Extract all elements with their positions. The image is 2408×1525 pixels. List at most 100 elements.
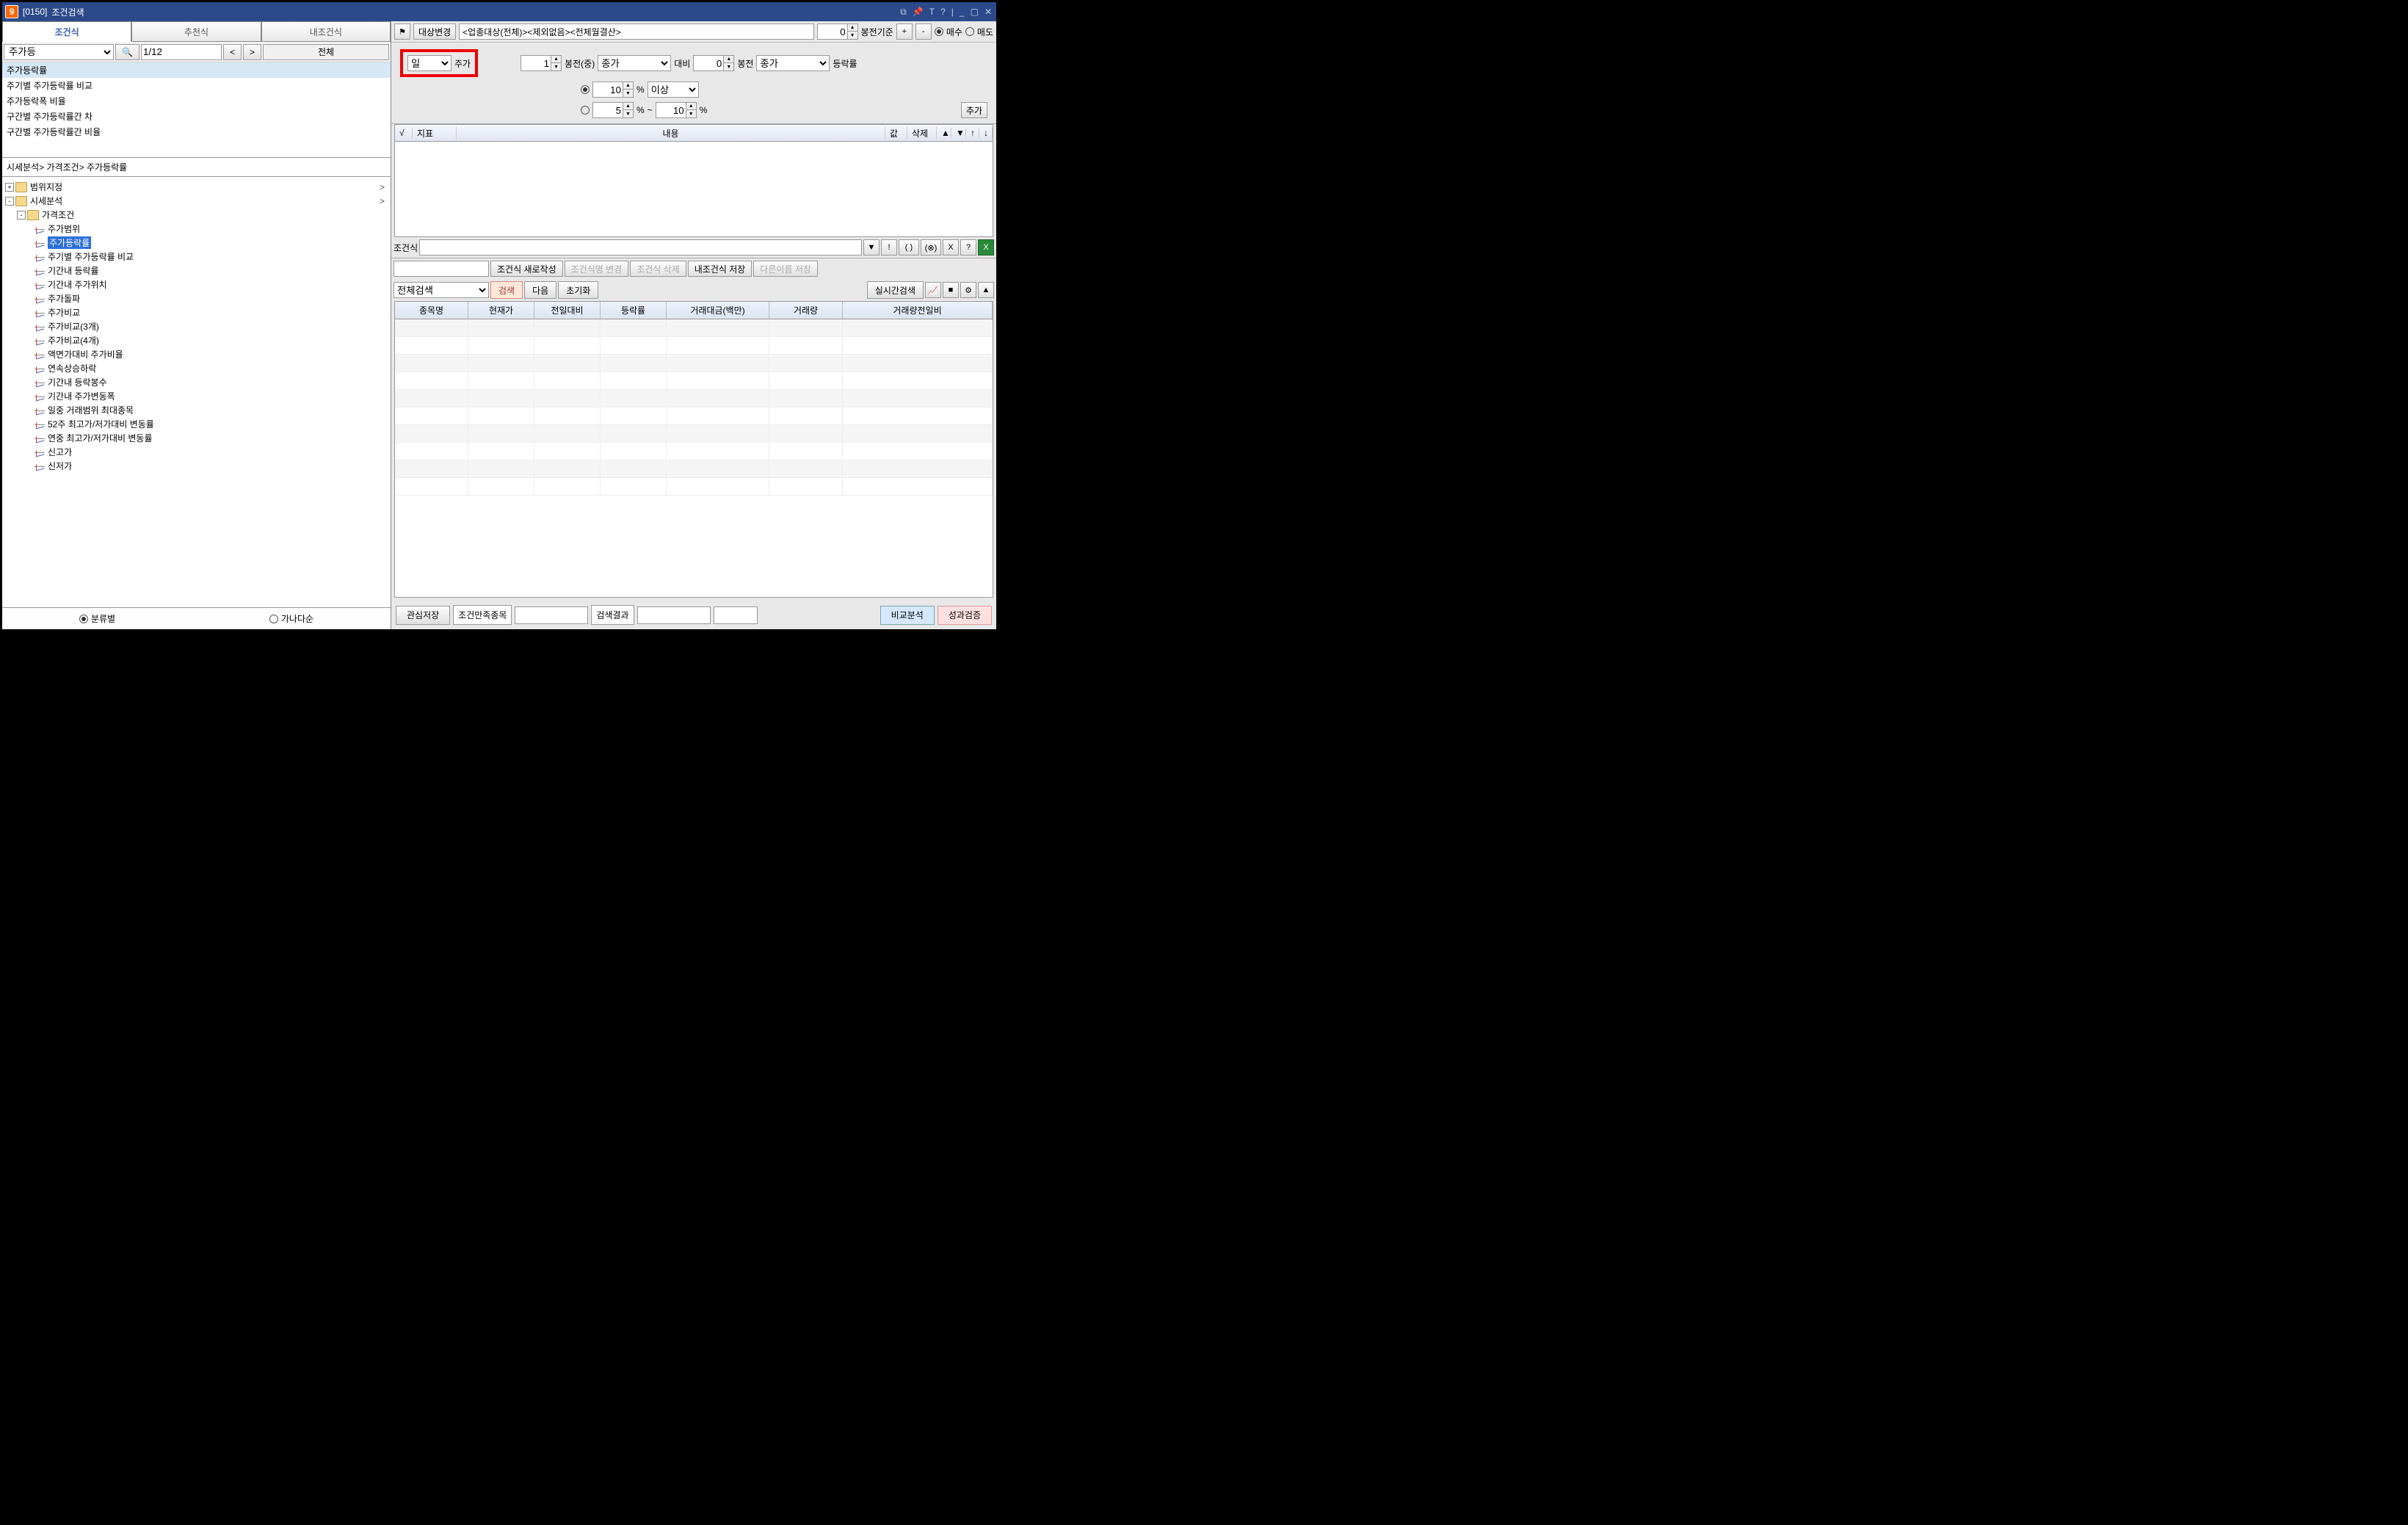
tree-leaf[interactable]: 신고가 <box>4 445 389 459</box>
search-scope-select[interactable]: 전체검색 <box>394 282 489 298</box>
tree-leaf[interactable]: 주기별 주가등락률 비교 <box>4 250 389 264</box>
col-amount[interactable]: 거래대금(백만) <box>667 302 769 319</box>
flag-icon[interactable]: ⚑ <box>394 23 410 40</box>
buy-radio[interactable]: 매수 <box>935 26 962 38</box>
col-diff[interactable]: 전일대비 <box>534 302 601 319</box>
tree-leaf[interactable]: 52주 최고가/저가대비 변동률 <box>4 417 389 431</box>
cmp-select[interactable]: 이상 <box>648 81 699 98</box>
col-name[interactable]: 종목명 <box>395 302 468 319</box>
tree-leaf[interactable]: 액면가대비 주가비율 <box>4 347 389 361</box>
condition-list-body[interactable] <box>394 142 993 237</box>
tree-leaf[interactable]: 주가비교(4개) <box>4 333 389 347</box>
minimize-icon[interactable]: _ <box>958 7 966 18</box>
stop-icon[interactable]: ■ <box>943 282 959 298</box>
formula-not-button[interactable]: ! <box>881 239 897 256</box>
result-item[interactable]: 주가등락폭 비율 <box>2 93 391 109</box>
period-select[interactable]: 일 <box>407 55 452 71</box>
pin-icon[interactable]: 📌 <box>911 7 925 18</box>
collapse-icon[interactable]: ▲ <box>978 282 994 298</box>
text-icon[interactable]: T <box>928 7 936 18</box>
target-change-button[interactable]: 대상변경 <box>413 23 456 40</box>
chart-icon[interactable]: 📈 <box>925 282 941 298</box>
condition-tree[interactable]: +범위지정>-시세분석>-가격조건주가범위주가등락률주기별 주가등락률 비교기간… <box>2 177 391 607</box>
tab-my[interactable]: 내조건식 <box>261 21 391 42</box>
result-item[interactable]: 구간별 주가등락률간 차 <box>2 109 391 124</box>
tree-leaf[interactable]: 기간내 등락봉수 <box>4 375 389 389</box>
toggle-icon[interactable]: - <box>5 197 14 206</box>
result-item[interactable]: 주가등락률 <box>2 62 391 78</box>
prev-button[interactable]: < <box>223 44 242 60</box>
extra-input[interactable] <box>714 606 758 624</box>
tree-leaf[interactable]: 주가비교(3개) <box>4 319 389 333</box>
sort-by-name-radio[interactable]: 가나다순 <box>269 612 313 625</box>
tree-leaf[interactable]: 기간내 주가변동폭 <box>4 389 389 403</box>
tree-leaf[interactable]: 주가돌파 <box>4 291 389 305</box>
tree-leaf[interactable]: 신저가 <box>4 459 389 473</box>
result-list[interactable]: 주가등락률 주기별 주가등락률 비교 주가등락폭 비율 구간별 주가등락률간 차… <box>2 62 391 158</box>
formula-input[interactable] <box>419 239 862 256</box>
search-reset-button[interactable]: 초기화 <box>558 281 598 299</box>
col-volratio[interactable]: 거래량전일비 <box>843 302 993 319</box>
formula-xparen-button[interactable]: (⊗) <box>921 239 941 256</box>
excel-icon[interactable]: X <box>978 239 994 256</box>
filter-select[interactable]: 주가등 <box>4 44 114 60</box>
p2-spinner[interactable]: ▲▼ <box>693 55 734 71</box>
compare-analysis-button[interactable]: 비교분석 <box>880 606 935 625</box>
result-item[interactable]: 구간별 주가등락률간 비율 <box>2 124 391 140</box>
result-input[interactable] <box>637 606 711 624</box>
pct2-spinner[interactable]: ▲▼ <box>592 102 634 118</box>
tree-leaf[interactable]: 연속상승하락 <box>4 361 389 375</box>
formula-paren-button[interactable]: ( ) <box>899 239 919 256</box>
p1-spinner[interactable]: ▲▼ <box>521 55 562 71</box>
rename-condition-button[interactable]: 조건식명 변경 <box>565 261 629 277</box>
help-icon[interactable]: ? <box>939 7 947 18</box>
search-next-button[interactable]: 다음 <box>524 281 556 299</box>
sort-by-class-radio[interactable]: 분류별 <box>79 612 115 625</box>
toggle-icon[interactable]: - <box>17 211 26 220</box>
offset-spinner[interactable]: ▲▼ <box>817 23 858 40</box>
all-button[interactable]: 전체 <box>263 44 389 60</box>
tab-condition[interactable]: 조건식 <box>2 21 131 42</box>
pct1-spinner[interactable]: ▲▼ <box>592 81 634 98</box>
tree-folder[interactable]: +범위지정> <box>4 180 389 194</box>
tab-recommend[interactable]: 추천식 <box>131 21 261 42</box>
range-radio[interactable] <box>581 106 590 115</box>
price-type-select[interactable]: 종가 <box>598 55 671 71</box>
sell-radio[interactable]: 매도 <box>965 26 993 38</box>
realtime-search-button[interactable]: 실시간검색 <box>867 281 924 299</box>
search-button[interactable]: 🔍 <box>115 44 139 60</box>
result-item[interactable]: 주기별 주가등락률 비교 <box>2 78 391 93</box>
formula-help-button[interactable]: ? <box>960 239 976 256</box>
tree-leaf[interactable]: 기간내 등락률 <box>4 264 389 278</box>
add-condition-button[interactable]: 추가 <box>961 102 987 118</box>
tree-leaf[interactable]: 주가범위 <box>4 222 389 236</box>
page-input[interactable] <box>141 44 222 60</box>
tree-leaf[interactable]: 기간내 주가위치 <box>4 278 389 291</box>
saveas-condition-button[interactable]: 다른이름 저장 <box>753 261 818 277</box>
performance-verify-button[interactable]: 성과검증 <box>938 606 992 625</box>
minus-button[interactable]: - <box>915 23 932 40</box>
cond-stock-input[interactable] <box>515 606 588 624</box>
gear-icon[interactable]: ⚙ <box>960 282 976 298</box>
price-type2-select[interactable]: 종가 <box>756 55 830 71</box>
pct3-spinner[interactable]: ▲▼ <box>656 102 697 118</box>
formula-dropdown-button[interactable]: ▼ <box>863 239 880 256</box>
popup-icon[interactable]: ⧉ <box>899 7 908 18</box>
maximize-icon[interactable]: ▢ <box>969 7 980 18</box>
search-go-button[interactable]: 검색 <box>490 281 523 299</box>
gte-radio[interactable] <box>581 85 590 94</box>
delete-condition-button[interactable]: 조건식 삭제 <box>630 261 686 277</box>
condition-name-input[interactable] <box>394 261 489 277</box>
tree-leaf[interactable]: 연중 최고가/저가대비 변동률 <box>4 431 389 445</box>
tree-folder[interactable]: -시세분석> <box>4 194 389 208</box>
favorite-save-button[interactable]: 관심저장 <box>396 606 450 625</box>
tree-leaf[interactable]: 주가등락률 <box>4 236 389 250</box>
col-price[interactable]: 현재가 <box>468 302 534 319</box>
next-button[interactable]: > <box>243 44 261 60</box>
tree-leaf[interactable]: 주가비교 <box>4 305 389 319</box>
tree-leaf[interactable]: 일중 거래범위 최대종목 <box>4 403 389 417</box>
col-volume[interactable]: 거래량 <box>769 302 843 319</box>
close-icon[interactable]: ✕ <box>983 7 993 18</box>
col-rate[interactable]: 등락률 <box>601 302 667 319</box>
formula-x-button[interactable]: X <box>943 239 959 256</box>
